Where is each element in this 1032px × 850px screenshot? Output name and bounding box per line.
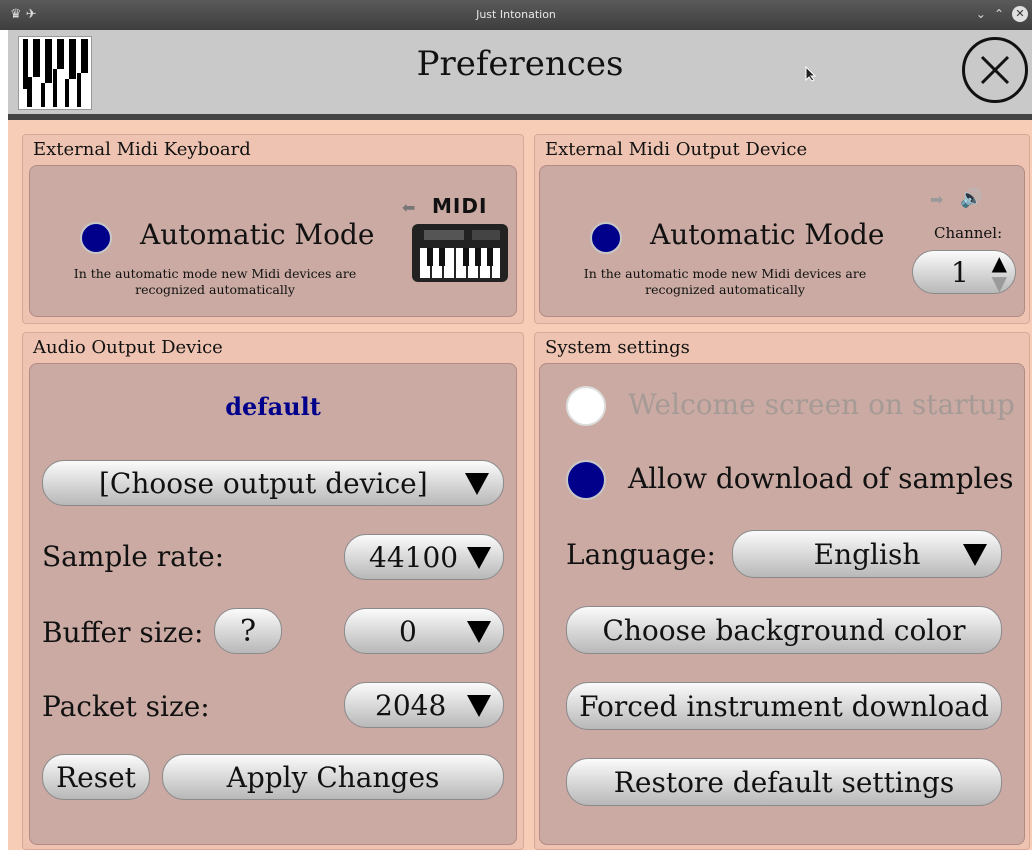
packet-size-dropdown[interactable]: 2048 xyxy=(344,682,504,728)
welcome-screen-label: Welcome screen on startup xyxy=(628,388,1015,421)
dropdown-arrow-icon xyxy=(467,695,491,717)
system-settings-panel: System settings Welcome screen on startu… xyxy=(534,332,1030,850)
choose-background-color-button[interactable]: Choose background color xyxy=(566,606,1002,654)
midi-output-description: In the automatic mode new Midi devices a… xyxy=(583,266,867,297)
buffer-size-value: 0 xyxy=(399,614,417,648)
window-titlebar: ♛ ✈ Just Intonation ⌄ ⌃ ✕ xyxy=(0,0,1032,30)
apply-changes-button[interactable]: Apply Changes xyxy=(162,754,504,800)
channel-spinbox[interactable]: 1 ▲ ▼ xyxy=(912,250,1016,294)
packet-size-value: 2048 xyxy=(375,688,447,722)
restore-default-settings-label: Restore default settings xyxy=(613,765,955,799)
forced-instrument-download-button[interactable]: Forced instrument download xyxy=(566,682,1002,730)
window-close-icon[interactable]: ✕ xyxy=(1012,6,1028,22)
language-value: English xyxy=(813,537,921,571)
welcome-screen-checkbox[interactable] xyxy=(566,386,606,426)
increment-icon[interactable]: ▲ xyxy=(992,253,1007,273)
audio-output-title: Audio Output Device xyxy=(33,337,223,358)
close-preferences-button[interactable] xyxy=(962,37,1028,103)
midi-output-title: External Midi Output Device xyxy=(545,139,808,160)
language-label: Language: xyxy=(566,538,716,571)
restore-default-settings-button[interactable]: Restore default settings xyxy=(566,758,1002,806)
speaker-icon: 🔊 xyxy=(960,188,983,209)
sample-rate-value: 44100 xyxy=(369,540,459,574)
midi-output-automatic-radio[interactable] xyxy=(590,222,622,254)
minimize-icon[interactable]: ⌄ xyxy=(976,7,986,21)
apply-changes-label: Apply Changes xyxy=(226,760,440,794)
maximize-icon[interactable]: ⌃ xyxy=(994,7,1004,21)
help-icon: ? xyxy=(239,613,257,649)
window-title: Just Intonation xyxy=(476,8,556,21)
midi-logo: MIDI xyxy=(432,194,488,218)
arrow-right-icon: ➡ xyxy=(930,190,944,209)
arrow-left-icon: ⬅ xyxy=(402,198,416,217)
midi-keyboard-description: In the automatic mode new Midi devices a… xyxy=(73,266,357,297)
channel-label: Channel: xyxy=(934,224,1003,242)
reset-label: Reset xyxy=(56,760,136,794)
sample-rate-label: Sample rate: xyxy=(42,540,225,573)
header: Preferences xyxy=(8,30,1032,120)
midi-output-mode-label: Automatic Mode xyxy=(650,218,885,251)
buffer-size-help-button[interactable]: ? xyxy=(214,608,282,654)
system-settings-inner: Welcome screen on startup Allow download… xyxy=(539,363,1025,845)
midi-output-panel: External Midi Output Device Automatic Mo… xyxy=(534,134,1030,324)
keyboard-device-icon xyxy=(412,224,508,282)
audio-output-panel: Audio Output Device default [Choose outp… xyxy=(22,332,524,850)
current-device-label: default xyxy=(225,392,321,421)
choose-output-device-dropdown[interactable]: [Choose output device] xyxy=(42,460,504,506)
dropdown-arrow-icon xyxy=(963,544,987,566)
sample-rate-dropdown[interactable]: 44100 xyxy=(344,534,504,580)
forced-instrument-download-label: Forced instrument download xyxy=(579,689,989,723)
allow-download-label: Allow download of samples xyxy=(628,462,1014,495)
buffer-size-dropdown[interactable]: 0 xyxy=(344,608,504,654)
dropdown-arrow-icon xyxy=(467,547,491,569)
dropdown-arrow-icon xyxy=(467,621,491,643)
midi-output-inner: Automatic Mode In the automatic mode new… xyxy=(539,165,1025,317)
system-settings-title: System settings xyxy=(545,337,690,358)
midi-keyboard-automatic-radio[interactable] xyxy=(80,222,112,254)
midi-keyboard-title: External Midi Keyboard xyxy=(33,139,251,160)
dropdown-arrow-icon xyxy=(465,473,489,495)
app-content: Preferences External Midi Keyboard Autom… xyxy=(8,30,1032,850)
reset-button[interactable]: Reset xyxy=(42,754,150,800)
choose-background-color-label: Choose background color xyxy=(602,613,966,647)
midi-keyboard-mode-label: Automatic Mode xyxy=(140,218,375,251)
decrement-icon[interactable]: ▼ xyxy=(992,273,1007,293)
mouse-cursor-icon xyxy=(805,66,817,82)
channel-value: 1 xyxy=(951,255,969,289)
close-icon xyxy=(980,55,1010,85)
allow-download-checkbox[interactable] xyxy=(566,460,606,500)
buffer-size-label: Buffer size: xyxy=(42,616,204,649)
choose-device-label: [Choose output device] xyxy=(99,466,428,500)
packet-size-label: Packet size: xyxy=(42,690,210,723)
midi-keyboard-panel: External Midi Keyboard Automatic Mode In… xyxy=(22,134,524,324)
midi-keyboard-inner: Automatic Mode In the automatic mode new… xyxy=(29,165,517,317)
language-dropdown[interactable]: English xyxy=(732,530,1002,578)
page-title: Preferences xyxy=(416,44,624,84)
audio-output-inner: default [Choose output device] Sample ra… xyxy=(29,363,517,845)
